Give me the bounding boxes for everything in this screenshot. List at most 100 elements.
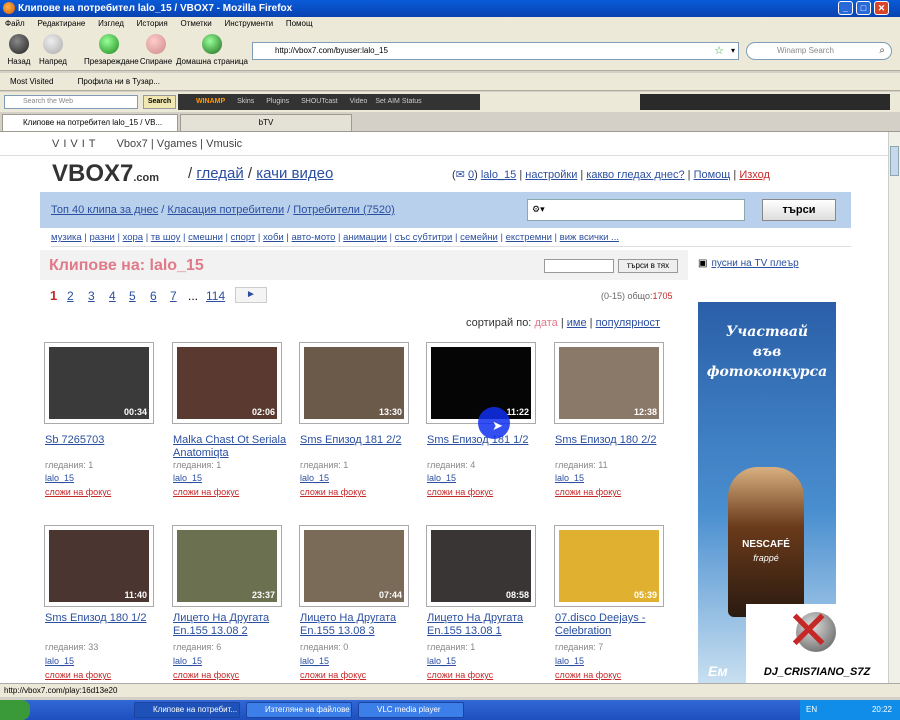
video-user-link[interactable]: lalo_15 [173,656,202,666]
menu-bookmarks[interactable]: Отметки [175,17,216,31]
cat-misc[interactable]: разни [89,232,114,243]
dropdown-icon[interactable]: ▾ [731,43,735,59]
watch-link[interactable]: гледай [196,165,243,182]
video-title[interactable]: Лицето На Другата En.155 13.08 3 [300,612,420,638]
page-114[interactable]: 114 [206,289,225,303]
search-filter-icon[interactable]: ⚙▾ [532,204,545,215]
video-user-link[interactable]: lalo_15 [300,656,329,666]
page-6[interactable]: 6 [150,289,157,303]
filter-input[interactable] [544,259,614,273]
cat-animation[interactable]: анимации [343,232,387,243]
video-user-link[interactable]: lalo_15 [555,656,584,666]
taskbar-item-vlc[interactable]: VLC media player [358,702,464,718]
cat-tvshow[interactable]: тв шоу [151,232,181,243]
tv-player-link[interactable]: ▣ пусни на TV плеър [698,258,799,269]
video-thumbnail[interactable]: 05:39 [554,525,664,607]
cat-extreme[interactable]: екстремни [506,232,552,243]
video-user-link[interactable]: lalo_15 [300,473,329,483]
video-user-link[interactable]: lalo_15 [427,656,456,666]
help-link[interactable]: Помощ [694,169,731,181]
start-button[interactable] [0,700,30,720]
video-favorite-link[interactable]: сложи на фокус [427,487,493,497]
vbox7-logo[interactable]: VBOX7.com [52,160,159,188]
video-user-link[interactable]: lalo_15 [45,656,74,666]
video-user-link[interactable]: lalo_15 [555,473,584,483]
menu-history[interactable]: История [132,17,173,31]
cat-funny[interactable]: смешни [188,232,223,243]
menu-file[interactable]: Файл [0,17,30,31]
video-user-link[interactable]: lalo_15 [427,473,456,483]
video-thumbnail[interactable]: 11:40 [44,525,154,607]
forward-button[interactable]: Напред [28,34,78,66]
video-thumbnail[interactable]: 23:37 [172,525,282,607]
page-4[interactable]: 4 [109,289,116,303]
video-thumbnail[interactable]: 08:58 [426,525,536,607]
aim-menu[interactable]: Set AIM Status [375,98,421,105]
vivit-logo[interactable]: VIVIT [52,138,100,150]
star-icon[interactable]: ☆ [714,43,724,59]
sort-date[interactable]: дата [534,317,557,329]
cat-hobby[interactable]: хоби [263,232,284,243]
web-search-box[interactable]: Winamp Search ⌕ [746,42,892,60]
url-bar[interactable]: http://vbox7.com/byuser:lalo_15 ☆ ▾ [252,42,739,60]
page-5[interactable]: 5 [129,289,136,303]
minimize-button[interactable]: _ [838,1,853,15]
menu-tools[interactable]: Инструменти [219,17,278,31]
top40-link[interactable]: Топ 40 клипа за днес [51,204,158,216]
menu-help[interactable]: Помощ [281,17,318,31]
stop-button[interactable]: Спиране [131,34,181,66]
video-title[interactable]: Sms Епизод 181 2/2 [300,434,420,447]
video-favorite-link[interactable]: сложи на фокус [427,670,493,680]
video-thumbnail[interactable]: 07:44 [299,525,409,607]
vertical-scrollbar[interactable] [888,132,900,683]
maximize-button[interactable]: □ [856,1,871,15]
taskbar-item-downloads[interactable]: Изтегляне на файлове [246,702,352,718]
upload-link[interactable]: качи видео [256,165,333,182]
plugins-menu[interactable]: Plugins [266,98,289,105]
cat-music[interactable]: музика [51,232,82,243]
cat-people[interactable]: хора [123,232,144,243]
vivit-link-vmusic[interactable]: Vmusic [206,138,242,150]
menu-view[interactable]: Изглед [93,17,129,31]
vivit-link-vgames[interactable]: Vgames [157,138,197,150]
video-favorite-link[interactable]: сложи на фокус [555,487,621,497]
toolbar-search-button[interactable]: Search [143,95,176,109]
toolbar-search-input[interactable]: Search the Web [4,95,138,109]
filter-button[interactable]: търси в тях [618,259,678,273]
video-title[interactable]: Malka Chast Ot Seriala Anatomiqta [173,434,293,460]
page-2[interactable]: 2 [67,289,74,303]
cat-all[interactable]: виж всички ... [560,232,619,243]
video-thumbnail[interactable]: 00:34 [44,342,154,424]
video-favorite-link[interactable]: сложи на фокус [300,487,366,497]
video-user-link[interactable]: lalo_15 [45,473,74,483]
rank-link[interactable]: Класация потребители [167,204,284,216]
close-button[interactable]: ✕ [874,1,889,15]
video-title[interactable]: Sms Епизод 180 2/2 [555,434,675,447]
cat-auto[interactable]: авто-мото [291,232,335,243]
cat-family[interactable]: семейни [460,232,498,243]
sort-popularity[interactable]: популярност [596,317,661,329]
video-favorite-link[interactable]: сложи на фокус [300,670,366,680]
video-title[interactable]: Лицето На Другата En.155 13.08 2 [173,612,293,638]
scroll-thumb[interactable] [890,146,899,176]
mail-icon[interactable]: ✉ [456,169,465,181]
logout-link[interactable]: Изход [739,169,770,181]
mail-count[interactable]: 0 [468,169,474,181]
users-link[interactable]: Потребители (7520) [293,204,394,216]
vivit-link-vbox7[interactable]: Vbox7 [117,138,148,150]
menu-edit[interactable]: Редактиране [32,17,90,31]
video-title[interactable]: Sb 7265703 [45,434,165,447]
video-title[interactable]: 07.disco Deejays - Celebration [555,612,675,638]
what-watched-link[interactable]: какво гледах днес? [586,169,684,181]
video-favorite-link[interactable]: сложи на фокус [45,487,111,497]
reload-button[interactable]: Презареждане [84,34,139,66]
video-favorite-link[interactable]: сложи на фокус [555,670,621,680]
user-link[interactable]: lalo_15 [481,169,516,181]
shoutcast-menu[interactable]: SHOUTcast [301,98,338,105]
video-thumbnail[interactable]: 12:38 [554,342,664,424]
video-thumbnail[interactable]: 13:30 [299,342,409,424]
tab-vbox7[interactable]: Клипове на потребител lalo_15 / VB... [2,114,178,131]
video-favorite-link[interactable]: сложи на фокус [173,670,239,680]
video-thumbnail[interactable]: 02:06 [172,342,282,424]
tab-btv[interactable]: bTV [180,114,352,131]
